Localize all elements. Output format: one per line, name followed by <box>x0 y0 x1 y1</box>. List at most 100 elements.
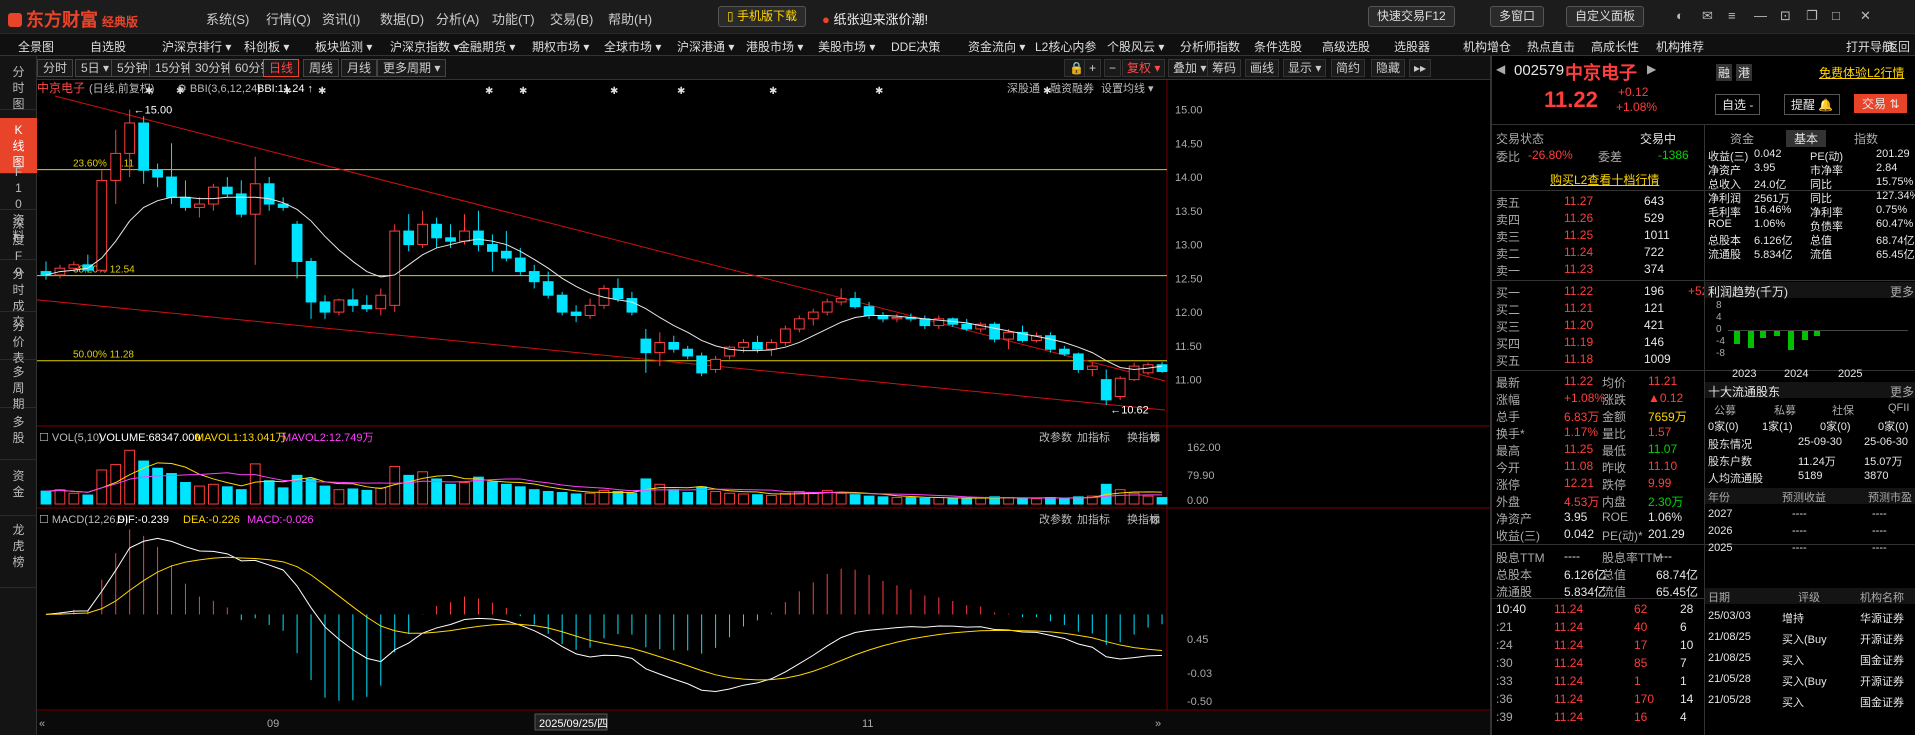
candle-body[interactable] <box>152 169 163 178</box>
event-marker-icon[interactable]: ✱ <box>145 86 153 97</box>
nav-item[interactable]: 期权市场 ▾ <box>532 38 589 55</box>
candle-body[interactable] <box>584 304 596 316</box>
candle-body[interactable] <box>208 186 219 205</box>
candle-body[interactable] <box>835 298 847 303</box>
candle-body[interactable] <box>124 122 136 154</box>
nav-item[interactable]: 条件选股 <box>1254 38 1302 55</box>
promo-link[interactable]: ● 纸张迎来涨价潮! <box>822 9 928 28</box>
zoom-in-icon[interactable]: + <box>1084 59 1102 77</box>
mail-icon[interactable]: ✉ <box>1702 8 1713 24</box>
candle-body[interactable] <box>1086 365 1098 370</box>
left-tab[interactable]: 多周期 <box>0 360 37 411</box>
fund-tab[interactable]: 指数 <box>1854 130 1878 147</box>
candle-body[interactable] <box>807 311 819 320</box>
candle-body[interactable] <box>961 323 973 330</box>
event-marker-icon[interactable]: ✱ <box>1043 86 1051 97</box>
event-marker-icon[interactable]: ✱ <box>519 86 527 97</box>
nav-item[interactable]: 高级选股 <box>1322 38 1370 55</box>
candle-body[interactable] <box>989 323 1000 340</box>
candle-body[interactable] <box>779 328 791 343</box>
candle-body[interactable] <box>166 176 177 198</box>
nav-item[interactable]: DDE决策 <box>891 38 940 55</box>
candle-body[interactable] <box>1072 353 1084 370</box>
nav-item[interactable]: 港股市场 ▾ <box>746 38 803 55</box>
candle-body[interactable] <box>138 122 150 171</box>
candle-body[interactable] <box>417 223 429 246</box>
toolbar-button[interactable]: 叠加 ▾ <box>1168 59 1212 77</box>
candle-body[interactable] <box>180 196 191 208</box>
toolbar-button[interactable]: 隐藏 <box>1371 59 1406 77</box>
candle-body[interactable] <box>319 301 331 313</box>
nav-item[interactable]: 全景图 <box>18 38 54 55</box>
candle-body[interactable] <box>389 230 401 306</box>
nav-item[interactable]: 自选股 <box>90 38 126 55</box>
menu-item[interactable]: 行情(Q) <box>266 9 311 28</box>
quick-trade-button[interactable]: 快速交易F12 <box>1368 6 1455 27</box>
fund-tab[interactable]: 资金 <box>1730 130 1754 147</box>
menu-item[interactable]: 分析(A) <box>436 9 479 28</box>
candle-body[interactable] <box>110 152 122 181</box>
candle-body[interactable] <box>542 281 554 296</box>
candle-body[interactable] <box>849 298 861 308</box>
candle-body[interactable] <box>1045 335 1056 350</box>
chart-header-link[interactable]: 设置均线 ▾ <box>1101 81 1154 95</box>
prev-stock-icon[interactable]: ◀ <box>1496 62 1505 76</box>
candle-body[interactable] <box>487 244 498 252</box>
candle-body[interactable] <box>738 341 749 348</box>
candle-body[interactable] <box>919 318 931 327</box>
candle-body[interactable] <box>556 294 568 313</box>
candle-body[interactable] <box>1128 365 1140 381</box>
period-tab[interactable]: 分时 <box>37 59 74 77</box>
candle-body[interactable] <box>612 287 624 300</box>
nav-item[interactable]: 科创板 ▾ <box>244 38 289 55</box>
left-tab[interactable]: F10资料 <box>0 160 37 243</box>
candle-body[interactable] <box>333 299 345 313</box>
event-marker-icon[interactable]: ✱ <box>875 86 883 97</box>
event-marker-icon[interactable]: ✱ <box>610 86 618 97</box>
candle-body[interactable] <box>766 341 777 350</box>
period-tab[interactable]: 更多周期 ▾ <box>377 59 447 77</box>
left-tab[interactable]: 分时成交 <box>0 262 37 329</box>
candle-body[interactable] <box>863 306 875 316</box>
nav-item[interactable]: 热点直击 <box>1527 38 1575 55</box>
maximize-icon[interactable]: □ <box>1832 8 1840 23</box>
mobile-download-button[interactable]: ▯ 手机版下载 <box>718 6 806 27</box>
left-tab[interactable]: 分价表 <box>0 314 37 365</box>
candle-body[interactable] <box>96 179 108 271</box>
nav-item[interactable]: 金融期货 ▾ <box>458 38 515 55</box>
candle-body[interactable] <box>361 304 373 310</box>
add-watchlist-button[interactable]: 自选 - <box>1715 94 1761 115</box>
skin-icon[interactable]: ◐ <box>1676 8 1684 23</box>
event-marker-icon[interactable]: ✱ <box>677 86 685 97</box>
vol-link[interactable]: 加指标 <box>1077 430 1110 444</box>
left-tab[interactable]: 资金 <box>0 464 37 516</box>
candle-body[interactable] <box>1156 364 1168 373</box>
bbi-indicator[interactable]: ⚙ BBI(3,6,12,24) <box>177 83 261 95</box>
close-panel-icon[interactable]: ⊠ <box>1151 432 1160 444</box>
candle-body[interactable] <box>68 264 80 269</box>
next-stock-icon[interactable]: ▶ <box>1647 62 1656 76</box>
candle-body[interactable] <box>473 230 484 246</box>
candle-body[interactable] <box>291 223 303 262</box>
menu-icon[interactable]: ≡ <box>1728 8 1736 23</box>
candle-body[interactable] <box>668 341 680 350</box>
nav-item[interactable]: 沪深港通 ▾ <box>677 38 734 55</box>
minimize-icon[interactable]: — <box>1754 8 1767 23</box>
candle-body[interactable] <box>682 348 694 357</box>
candle-body[interactable] <box>375 294 387 310</box>
candle-body[interactable] <box>640 338 652 354</box>
fund-tab[interactable]: 基本 <box>1786 130 1827 147</box>
menu-item[interactable]: 资讯(I) <box>322 9 360 28</box>
custom-panel-button[interactable]: 自定义面板 <box>1566 6 1645 27</box>
candle-body[interactable] <box>221 186 233 195</box>
multi-window-button[interactable]: 多窗口 <box>1490 6 1545 27</box>
menu-item[interactable]: 帮助(H) <box>608 9 652 28</box>
nav-item[interactable]: 返回 <box>1886 38 1910 55</box>
candle-body[interactable] <box>514 257 526 273</box>
candle-body[interactable] <box>570 311 582 316</box>
candle-body[interactable] <box>500 250 512 259</box>
period-tab[interactable]: 月线 <box>341 59 378 77</box>
nav-item[interactable]: 选股器 <box>1394 38 1430 55</box>
nav-item[interactable]: L2核心内参 <box>1035 38 1096 55</box>
candle-body[interactable] <box>431 223 442 239</box>
